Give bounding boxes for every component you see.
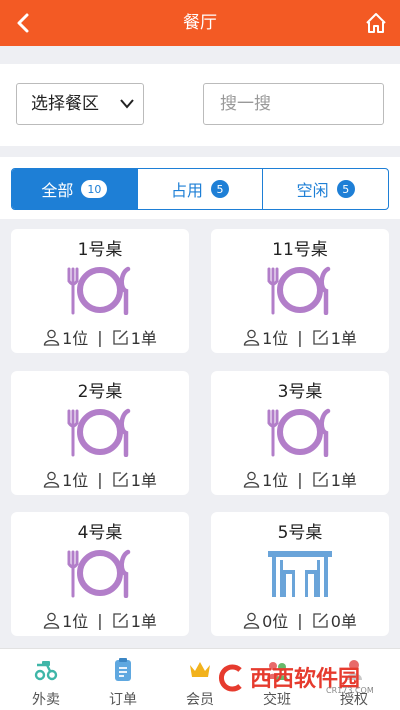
tab-free-count: 5 (336, 180, 355, 198)
search-input[interactable]: 搜一搜 (203, 83, 384, 125)
table-card[interactable]: 11号桌 1位 | 1单 (211, 229, 389, 353)
table-meta: 1位 | 1单 (11, 467, 189, 491)
tab-all-count: 10 (81, 180, 108, 198)
tab-all-label: 全部 (41, 181, 74, 200)
guest-count: 1位 (262, 471, 289, 490)
edit-icon (113, 612, 128, 628)
meta-separator: | (97, 469, 103, 489)
table-card[interactable]: 1号桌 1位 | 1单 (11, 229, 189, 353)
meta-separator: | (97, 610, 103, 630)
dining-table-icon (268, 551, 332, 597)
guest-count: 1位 (62, 612, 89, 631)
edit-icon (313, 329, 328, 345)
table-name: 1号桌 (77, 240, 123, 260)
order-count: 1单 (330, 329, 357, 348)
person-icon (243, 329, 260, 346)
status-tabs-bar: 全部 10 占用 5 空闲 5 (0, 157, 400, 219)
meta-separator: | (297, 610, 303, 630)
edit-icon (113, 329, 128, 345)
table-name: 11号桌 (272, 240, 328, 260)
tab-free[interactable]: 空闲 5 (262, 169, 388, 209)
order-count: 1单 (130, 329, 157, 348)
page-title: 餐厅 (183, 13, 217, 33)
table-name: 3号桌 (277, 382, 323, 402)
tab-free-label: 空闲 (296, 181, 329, 200)
tab-occupied[interactable]: 占用 5 (136, 169, 263, 209)
table-name: 5号桌 (277, 523, 323, 543)
guest-count: 1位 (62, 471, 89, 490)
table-name: 4号桌 (77, 523, 123, 543)
table-card[interactable]: 5号桌 0位 | 0单 (211, 512, 389, 636)
plate-cutlery-icon (67, 549, 131, 598)
person-icon (243, 612, 260, 629)
nav-label: 订单 (109, 692, 137, 708)
table-meta: 1位 | 1单 (11, 608, 189, 632)
search-placeholder: 搜一搜 (220, 94, 271, 114)
tab-occupied-label: 占用 (171, 181, 204, 200)
nav-item-takeout[interactable]: 外卖 (16, 657, 76, 709)
order-count: 0单 (330, 612, 357, 631)
tab-occupied-count: 5 (211, 180, 230, 198)
table-card[interactable]: 4号桌 1位 | 1单 (11, 512, 189, 636)
meta-separator: | (297, 327, 303, 347)
person-icon (43, 471, 60, 488)
crown-icon (190, 662, 210, 677)
table-card[interactable]: 2号桌 1位 | 1单 (11, 371, 189, 495)
table-meta: 1位 | 1单 (211, 325, 389, 349)
table-card[interactable]: 3号桌 1位 | 1单 (211, 371, 389, 495)
person-icon (43, 612, 60, 629)
delivery-icon (34, 661, 58, 681)
plate-cutlery-icon (267, 408, 331, 457)
guest-count: 1位 (262, 329, 289, 348)
status-tabs: 全部 10 占用 5 空闲 5 (11, 168, 389, 210)
nav-item-orders[interactable]: 订单 (93, 657, 153, 709)
order-count: 1单 (130, 471, 157, 490)
area-select[interactable]: 选择餐区 (16, 83, 144, 125)
plate-cutlery-icon (67, 408, 131, 457)
app-header: 餐厅 (0, 0, 400, 46)
guest-count: 0位 (262, 612, 289, 631)
table-meta: 1位 | 1单 (211, 467, 389, 491)
table-meta: 0位 | 0单 (211, 608, 389, 632)
edit-icon (113, 471, 128, 487)
home-icon[interactable] (364, 11, 388, 35)
chevron-down-icon (120, 99, 134, 109)
person-icon (243, 471, 260, 488)
person-icon (43, 329, 60, 346)
table-name: 2号桌 (77, 382, 123, 402)
meta-separator: | (97, 327, 103, 347)
tab-all[interactable]: 全部 10 (12, 169, 137, 209)
order-count: 1单 (130, 612, 157, 631)
table-meta: 1位 | 1单 (11, 325, 189, 349)
watermark-sub: CR173.COM (326, 686, 374, 695)
filter-bar: 选择餐区 搜一搜 (0, 64, 400, 146)
edit-icon (313, 471, 328, 487)
order-count: 1单 (330, 471, 357, 490)
plate-cutlery-icon (267, 266, 331, 315)
plate-cutlery-icon (67, 266, 131, 315)
nav-label: 外卖 (32, 692, 60, 708)
area-select-label: 选择餐区 (31, 94, 99, 114)
watermark-logo: 西西软件园 CR173.COM (217, 663, 374, 695)
guest-count: 1位 (62, 329, 89, 348)
order-icon (115, 658, 131, 681)
meta-separator: | (297, 469, 303, 489)
edit-icon (313, 612, 328, 628)
